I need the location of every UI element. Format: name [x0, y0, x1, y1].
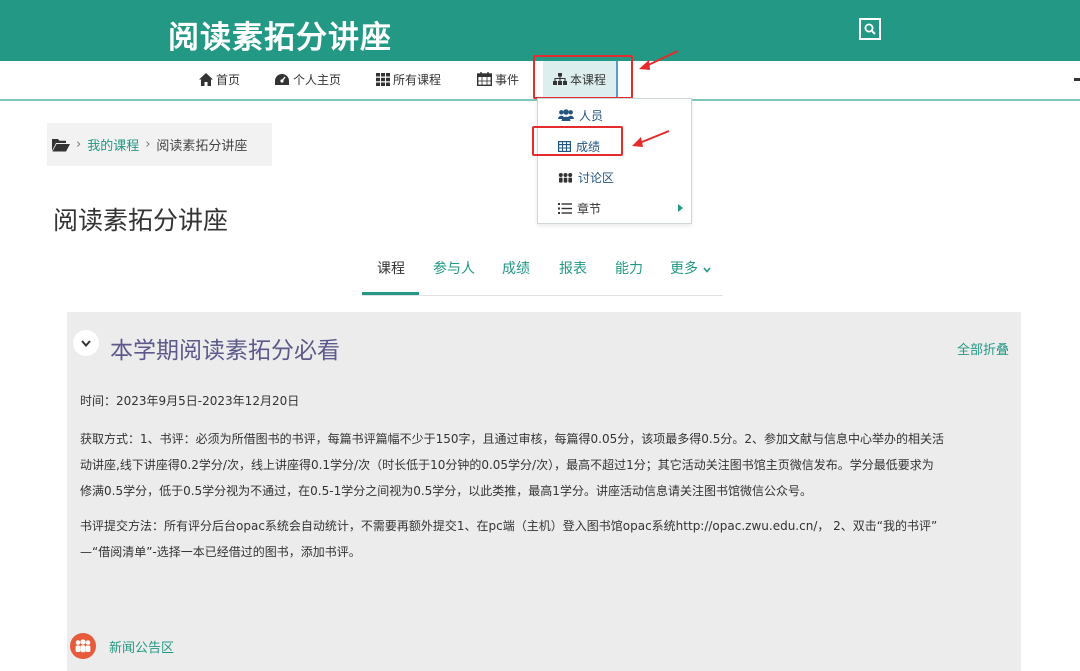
tab-competencies[interactable]: 能力: [615, 258, 643, 278]
nav-home[interactable]: 首页: [199, 61, 240, 97]
tab-reports[interactable]: 报表: [559, 258, 587, 278]
dropdown-item-sections[interactable]: 章节: [558, 198, 601, 218]
chevron-down-icon: [703, 267, 712, 273]
nav-all-courses[interactable]: 所有课程: [376, 61, 441, 97]
list-icon: [558, 202, 572, 214]
breadcrumb-my-courses[interactable]: 我的课程: [87, 135, 139, 154]
highlight-box-this-course: [533, 55, 633, 99]
nav-events[interactable]: 事件: [477, 61, 519, 97]
site-title[interactable]: 阅读素拓分讲座: [168, 12, 392, 57]
time-text: 时间：2023年9月5日-2023年12月20日: [80, 394, 300, 408]
nav-dashboard-label: 个人主页: [293, 72, 342, 87]
dashboard-icon: [275, 73, 289, 85]
nav-all-courses-label: 所有课程: [393, 72, 442, 87]
grid-icon: [376, 72, 390, 86]
users-icon: [558, 108, 574, 121]
breadcrumb-separator: ›: [76, 137, 82, 152]
course-section: 本学期阅读素拓分必看 全部折叠 时间：2023年9月5日-2023年12月20日…: [67, 312, 1021, 671]
annotation-arrow-icon: [639, 50, 679, 70]
course-dropdown-menu: 人员 成绩 讨论区 章节: [537, 98, 692, 224]
home-icon: [199, 72, 213, 86]
news-forum-link[interactable]: 新闻公告区: [70, 633, 174, 659]
section-title: 本学期阅读素拓分必看: [110, 338, 340, 364]
group-icon: [558, 172, 573, 183]
collapse-all-link[interactable]: 全部折叠: [957, 339, 1009, 358]
search-button[interactable]: [859, 18, 881, 40]
forum-icon: [70, 633, 96, 659]
calendar-icon: [477, 72, 492, 86]
section-collapse-button[interactable]: [73, 330, 99, 356]
paragraph-line: —“借阅清单”-选择一本已经借过的图书，添加书评。: [80, 545, 361, 559]
tab-more-label: 更多: [670, 261, 698, 277]
nav-events-label: 事件: [495, 72, 520, 87]
paragraph-line: 修满0.5学分，低于0.5学分视为不通过，在0.5-1学分之间视为0.5学分，以…: [80, 484, 812, 498]
dropdown-label: 讨论区: [578, 170, 615, 185]
dropdown-label: 人员: [579, 108, 604, 123]
breadcrumb-separator: ›: [145, 137, 151, 152]
tab-more[interactable]: 更多: [670, 258, 712, 278]
course-tabs: 课程 参与人 成绩 报表 能力 更多: [362, 250, 723, 296]
method-paragraph: 获取方式：1、书评：必须为所借图书的书评，每篇书评篇幅不少于150字，且通过审核…: [80, 426, 1015, 504]
dropdown-item-participants[interactable]: 人员: [558, 105, 603, 125]
dropdown-item-forum[interactable]: 讨论区: [558, 167, 614, 187]
paragraph-line: 动讲座,线下讲座得0.2学分/次，线上讲座得0.1学分/次（时长低于10分钟的0…: [80, 458, 934, 472]
chevron-down-icon: [81, 339, 91, 347]
search-icon: [864, 23, 876, 35]
paragraph-line: 书评提交方法：所有评分后台opac系统会自动统计，不需要再额外提交1、在pc端（…: [80, 519, 938, 533]
tab-course[interactable]: 课程: [377, 258, 405, 278]
submenu-arrow-icon: [678, 204, 683, 212]
highlight-box-grades: [532, 126, 623, 156]
tab-grades[interactable]: 成绩: [502, 258, 530, 278]
breadcrumb: › 我的课程 › 阅读素拓分讲座: [47, 123, 272, 166]
top-header: 阅读素拓分讲座: [0, 0, 1080, 61]
annotation-arrow-icon: [632, 130, 670, 147]
paragraph-line: 获取方式：1、书评：必须为所借图书的书评，每篇书评篇幅不少于150字，且通过审核…: [80, 432, 944, 446]
submit-paragraph: 书评提交方法：所有评分后台opac系统会自动统计，不需要再额外提交1、在pc端（…: [80, 513, 1015, 565]
page-title: 阅读素拓分讲座: [53, 206, 229, 235]
news-forum-label: 新闻公告区: [109, 640, 175, 656]
active-tab-indicator: [362, 292, 419, 295]
breadcrumb-current: 阅读素拓分讲座: [156, 139, 248, 154]
nav-dashboard[interactable]: 个人主页: [274, 61, 341, 97]
tab-participants[interactable]: 参与人: [433, 258, 475, 278]
nav-home-label: 首页: [216, 72, 241, 87]
overflow-marker: [1074, 78, 1080, 81]
folder-open-icon: [52, 138, 70, 151]
dropdown-label: 章节: [577, 201, 602, 216]
